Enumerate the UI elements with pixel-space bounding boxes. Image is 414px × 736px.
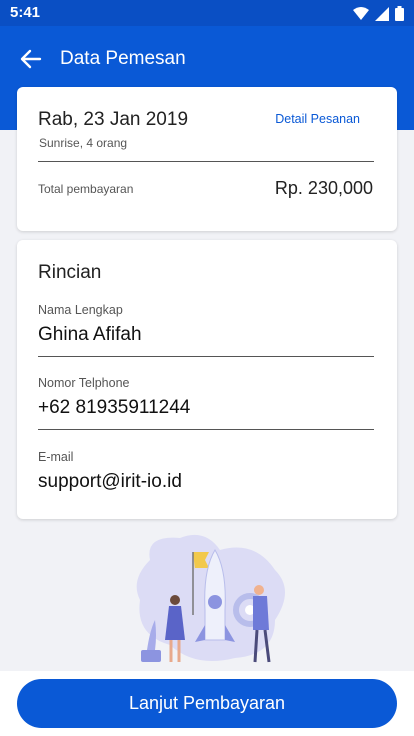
email-label: E-mail [38,450,74,464]
phone-underline [38,429,374,430]
wifi-icon [353,6,369,20]
divider [38,161,374,162]
bottom-bar: Lanjut Pembayaran [0,671,414,736]
total-label: Total pembayaran [38,182,134,196]
back-button[interactable] [18,46,44,72]
name-label: Nama Lengkap [38,303,123,317]
rocket-team-illustration [136,534,285,663]
phone-field[interactable]: +62 81935911244 [38,397,190,419]
section-title: Rincian [38,262,102,283]
page-title: Data Pemesan [60,48,186,69]
booking-date: Rab, 23 Jan 2019 [38,109,189,130]
details-card: Rincian Nama Lengkap Ghina Afifah Nomor … [17,240,397,519]
name-underline [38,356,374,357]
email-field[interactable]: support@irit-io.id [38,471,182,493]
status-time: 5:41 [10,4,41,21]
continue-payment-button[interactable]: Lanjut Pembayaran [17,679,397,728]
status-icons [353,6,404,21]
status-bar: 5:41 [0,0,414,26]
signal-icon [375,6,389,21]
phone-label: Nomor Telphone [38,376,130,390]
detail-pesanan-link[interactable]: Detail Pesanan [275,112,360,126]
battery-icon [395,6,404,21]
booking-summary-card: Rab, 23 Jan 2019 Sunrise, 4 orang Detail… [17,87,397,231]
total-value: Rp. 230,000 [274,178,373,198]
booking-subtitle: Sunrise, 4 orang [39,136,128,150]
name-field[interactable]: Ghina Afifah [38,324,142,346]
arrow-left-icon [20,49,42,69]
